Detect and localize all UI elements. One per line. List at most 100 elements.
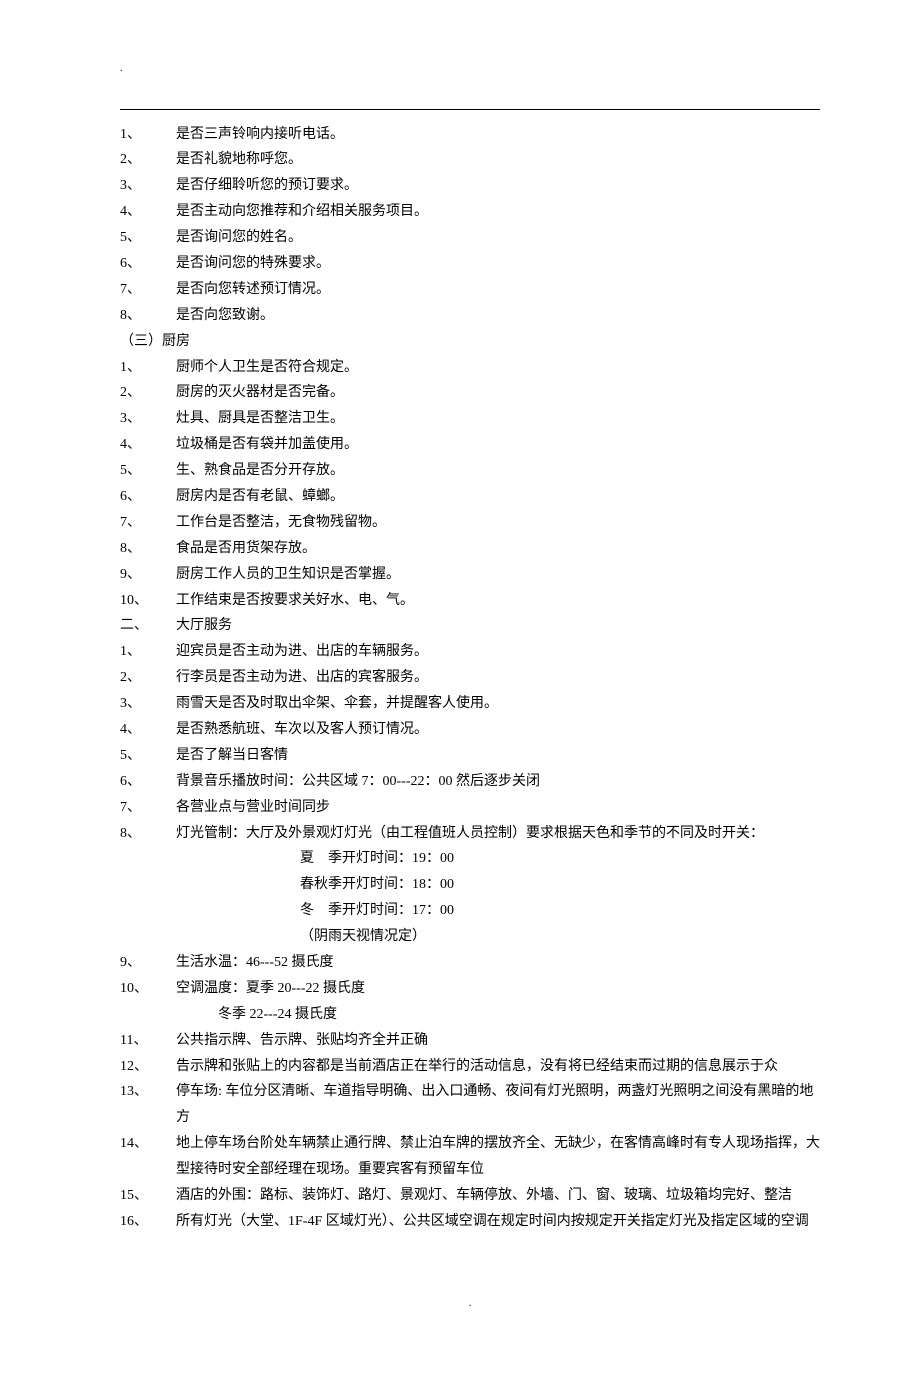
list-item: 8、食品是否用货架存放。 xyxy=(120,536,820,562)
list-number: 二、 xyxy=(120,613,176,639)
list-item: 4、是否主动向您推荐和介绍相关服务项目。 xyxy=(120,199,820,225)
list-item: 7、是否向您转述预订情况。 xyxy=(120,277,820,303)
list-number: 6、 xyxy=(120,251,176,277)
list-item: 2、厨房的灭火器材是否完备。 xyxy=(120,380,820,406)
list-text: 厨师个人卫生是否符合规定。 xyxy=(176,355,820,381)
list-item: 5、是否询问您的姓名。 xyxy=(120,225,820,251)
list-number: 7、 xyxy=(120,510,176,536)
list-item: 8、灯光管制：大厅及外景观灯灯光（由工程值班人员控制）要求根据天色和季节的不同及… xyxy=(120,821,820,847)
list-item: 9、厨房工作人员的卫生知识是否掌握。 xyxy=(120,562,820,588)
list-text: 是否主动向您推荐和介绍相关服务项目。 xyxy=(176,199,820,225)
list-text: 食品是否用货架存放。 xyxy=(176,536,820,562)
list-text: 是否熟悉航班、车次以及客人预订情况。 xyxy=(176,717,820,743)
light-schedule-line: （阴雨天视情况定） xyxy=(120,924,820,950)
list-number: 6、 xyxy=(120,484,176,510)
list-number: 10、 xyxy=(120,588,176,614)
list-number: 3、 xyxy=(120,691,176,717)
list-text: 生活水温：46---52 摄氏度 xyxy=(176,950,820,976)
list-item: 7、各营业点与营业时间同步 xyxy=(120,795,820,821)
list-item: 6、厨房内是否有老鼠、蟑螂。 xyxy=(120,484,820,510)
list-text: 行李员是否主动为进、出店的宾客服务。 xyxy=(176,665,820,691)
list-number: 4、 xyxy=(120,199,176,225)
list-number: 8、 xyxy=(120,536,176,562)
bottom-marker: . xyxy=(120,1295,820,1314)
list-number: 1、 xyxy=(120,639,176,665)
list-item: 6、背景音乐播放时间：公共区域 7：00---22：00 然后逐步关闭 xyxy=(120,769,820,795)
list-text: 是否询问您的特殊要求。 xyxy=(176,251,820,277)
list-item: 10、空调温度：夏季 20---22 摄氏度 xyxy=(120,976,820,1002)
list-text: 工作结束是否按要求关好水、电、气。 xyxy=(176,588,820,614)
list-number: 16、 xyxy=(120,1209,176,1235)
list-item: 8、是否向您致谢。 xyxy=(120,303,820,329)
list-text: 空调温度：夏季 20---22 摄氏度 xyxy=(176,976,820,1002)
list-number: 2、 xyxy=(120,147,176,173)
list-number: 6、 xyxy=(120,769,176,795)
list-text: 是否仔细聆听您的预订要求。 xyxy=(176,173,820,199)
list-number: 5、 xyxy=(120,225,176,251)
list-text: 厨房的灭火器材是否完备。 xyxy=(176,380,820,406)
list-text: 迎宾员是否主动为进、出店的车辆服务。 xyxy=(176,639,820,665)
list-number: 10、 xyxy=(120,976,176,1002)
list-text: 酒店的外围：路标、装饰灯、路灯、景观灯、车辆停放、外墙、门、窗、玻璃、垃圾箱均完… xyxy=(176,1183,820,1209)
list-item: 14、地上停车场台阶处车辆禁止通行牌、禁止泊车牌的摆放齐全、无缺少，在客情高峰时… xyxy=(120,1131,820,1183)
list-number: 9、 xyxy=(120,950,176,976)
list-item: 12、告示牌和张贴上的内容都是当前酒店正在举行的活动信息，没有将已经结束而过期的… xyxy=(120,1054,820,1080)
list-number: 12、 xyxy=(120,1054,176,1080)
list-item: 13、停车场: 车位分区清晰、车道指导明确、出入口通畅、夜间有灯光照明，两盏灯光… xyxy=(120,1079,820,1131)
list-text: 灶具、厨具是否整洁卫生。 xyxy=(176,406,820,432)
list-item: 2、行李员是否主动为进、出店的宾客服务。 xyxy=(120,665,820,691)
list-item: 3、雨雪天是否及时取出伞架、伞套，并提醒客人使用。 xyxy=(120,691,820,717)
list-text: 垃圾桶是否有袋并加盖使用。 xyxy=(176,432,820,458)
list-number: 8、 xyxy=(120,303,176,329)
list-number: 13、 xyxy=(120,1079,176,1105)
list-text: 厨房工作人员的卫生知识是否掌握。 xyxy=(176,562,820,588)
list-number: 3、 xyxy=(120,173,176,199)
list-number: 1、 xyxy=(120,355,176,381)
top-marker: . xyxy=(120,60,820,79)
list-item: 6、是否询问您的特殊要求。 xyxy=(120,251,820,277)
list-text: 停车场: 车位分区清晰、车道指导明确、出入口通畅、夜间有灯光照明，两盏灯光照明之… xyxy=(176,1079,820,1131)
list-number: 11、 xyxy=(120,1028,176,1054)
list-item: 16、所有灯光（大堂、1F-4F 区域灯光）、公共区域空调在规定时间内按规定开关… xyxy=(120,1209,820,1235)
list-number: 5、 xyxy=(120,458,176,484)
list-text: 背景音乐播放时间：公共区域 7：00---22：00 然后逐步关闭 xyxy=(176,769,820,795)
list-item: 1、迎宾员是否主动为进、出店的车辆服务。 xyxy=(120,639,820,665)
list-text: 是否向您转述预订情况。 xyxy=(176,277,820,303)
list-number: 4、 xyxy=(120,432,176,458)
light-schedule-line: 冬 季开灯时间：17：00 xyxy=(120,898,820,924)
list-number: 4、 xyxy=(120,717,176,743)
ac-winter-line: 冬季 22---24 摄氏度 xyxy=(120,1002,820,1028)
list-item: 7、工作台是否整洁，无食物残留物。 xyxy=(120,510,820,536)
list-text: 大厅服务 xyxy=(176,613,820,639)
list-item: 1、厨师个人卫生是否符合规定。 xyxy=(120,355,820,381)
list-number: 9、 xyxy=(120,562,176,588)
list-text: 地上停车场台阶处车辆禁止通行牌、禁止泊车牌的摆放齐全、无缺少，在客情高峰时有专人… xyxy=(176,1131,820,1183)
list-text: 灯光管制：大厅及外景观灯灯光（由工程值班人员控制）要求根据天色和季节的不同及时开… xyxy=(176,821,820,847)
list-text: 公共指示牌、告示牌、张贴均齐全并正确 xyxy=(176,1028,820,1054)
list-text: 是否了解当日客情 xyxy=(176,743,820,769)
list-number: 14、 xyxy=(120,1131,176,1157)
list-text: 厨房内是否有老鼠、蟑螂。 xyxy=(176,484,820,510)
list-text: 是否三声铃响内接听电话。 xyxy=(176,122,820,148)
hall-section-header: 二、 大厅服务 xyxy=(120,613,820,639)
list-item: 5、生、熟食品是否分开存放。 xyxy=(120,458,820,484)
list-item: 11、公共指示牌、告示牌、张贴均齐全并正确 xyxy=(120,1028,820,1054)
list-number: 5、 xyxy=(120,743,176,769)
list-text: 各营业点与营业时间同步 xyxy=(176,795,820,821)
list-number: 2、 xyxy=(120,380,176,406)
list-item: 4、是否熟悉航班、车次以及客人预订情况。 xyxy=(120,717,820,743)
list-item: 3、灶具、厨具是否整洁卫生。 xyxy=(120,406,820,432)
list-item: 2、是否礼貌地称呼您。 xyxy=(120,147,820,173)
list-item: 5、是否了解当日客情 xyxy=(120,743,820,769)
list-item: 3、是否仔细聆听您的预订要求。 xyxy=(120,173,820,199)
top-divider xyxy=(120,109,820,110)
kitchen-section-header: （三）厨房 xyxy=(120,329,820,355)
list-number: 1、 xyxy=(120,122,176,148)
list-text: 是否礼貌地称呼您。 xyxy=(176,147,820,173)
list-item: 10、工作结束是否按要求关好水、电、气。 xyxy=(120,588,820,614)
list-number: 7、 xyxy=(120,795,176,821)
list-text: 生、熟食品是否分开存放。 xyxy=(176,458,820,484)
light-schedule-line: 春秋季开灯时间：18：00 xyxy=(120,872,820,898)
light-schedule-line: 夏 季开灯时间：19：00 xyxy=(120,846,820,872)
list-number: 7、 xyxy=(120,277,176,303)
